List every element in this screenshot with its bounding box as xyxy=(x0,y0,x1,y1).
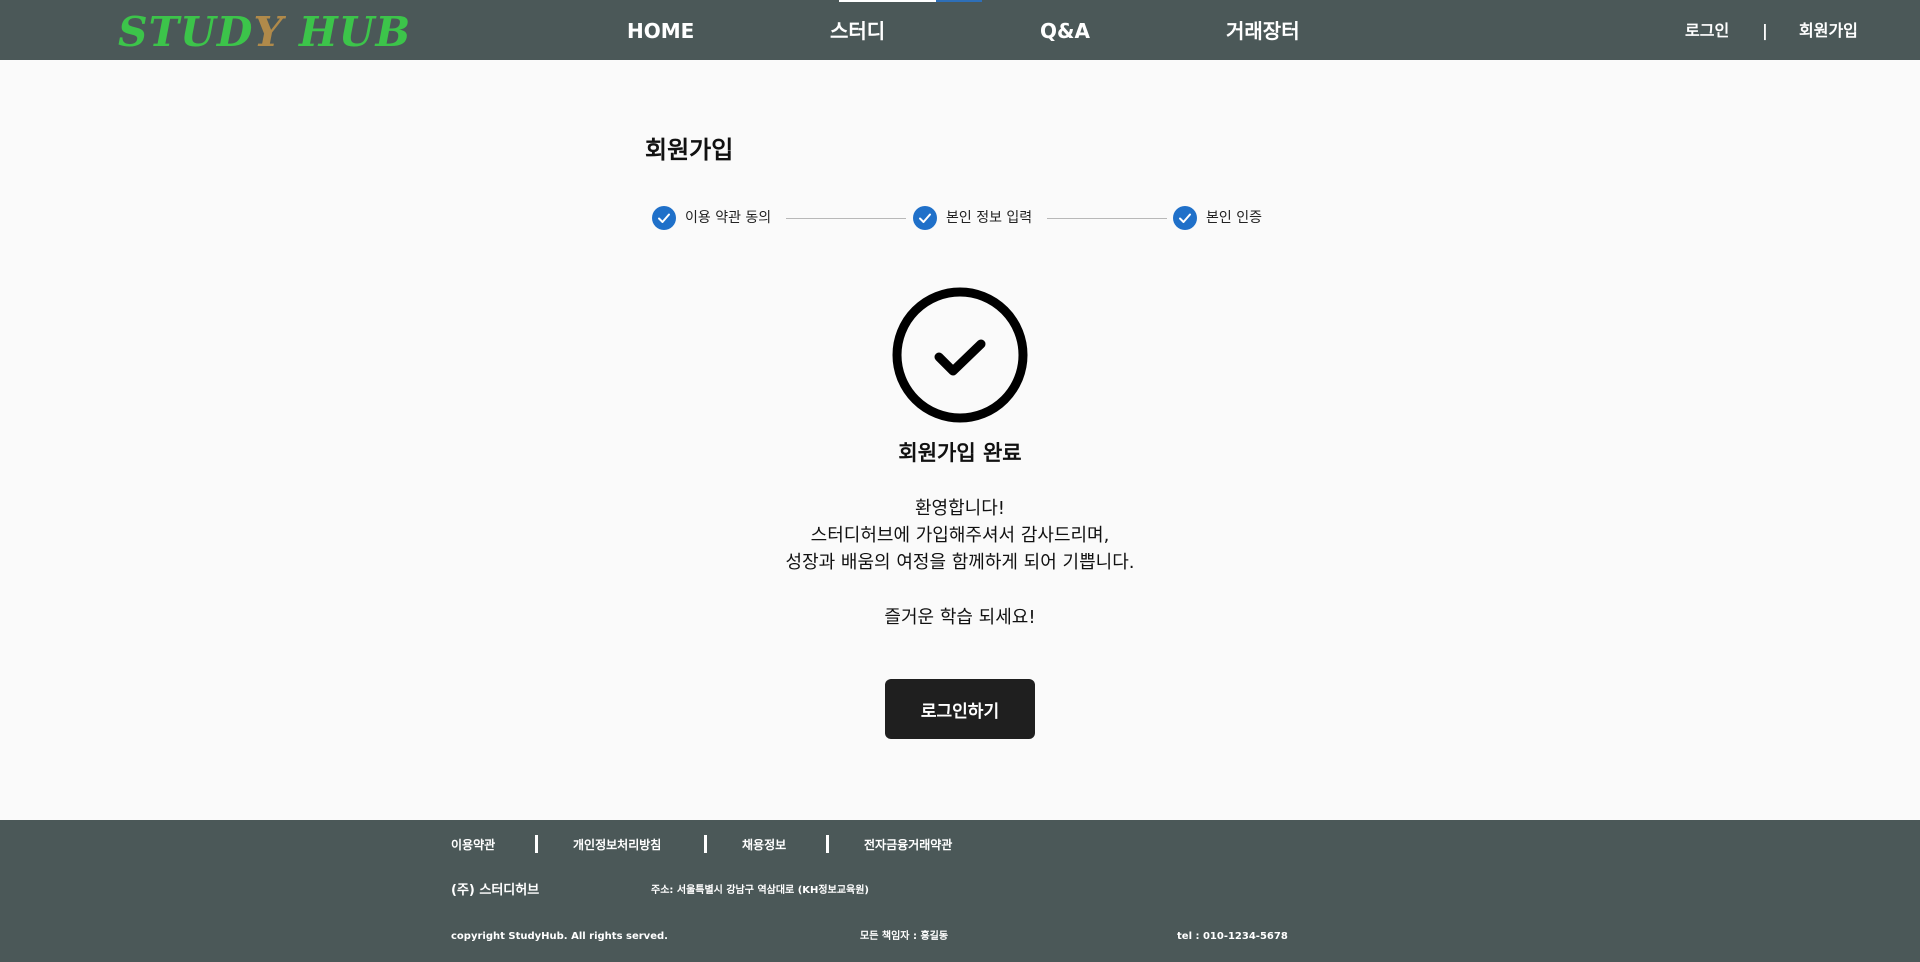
step-label: 본인 정보 입력 xyxy=(946,210,1033,226)
nav-qna[interactable]: Q&A xyxy=(1040,18,1090,44)
step-info: 본인 정보 입력 xyxy=(913,206,1032,230)
step-connector xyxy=(1047,218,1167,219)
footer-separator xyxy=(535,835,538,853)
logo-text-left: STUD xyxy=(118,8,254,56)
step-verify: 본인 인증 xyxy=(1173,206,1262,230)
studyhub-logo[interactable]: STUDY HUB xyxy=(118,10,411,54)
footer: 이용약관 개인정보처리방침 채용정보 전자금융거래약관 (주) 스터디허브 주소… xyxy=(0,820,1920,962)
step-terms: 이용 약관 동의 xyxy=(652,206,771,230)
step-label: 본인 인증 xyxy=(1206,210,1262,226)
welcome-line: 환영합니다! xyxy=(914,498,1005,519)
nav-study[interactable]: 스터디 xyxy=(830,18,885,44)
footer-manager: 모든 책임자 : 홍길동 xyxy=(860,931,949,942)
check-circle-icon xyxy=(891,286,1029,424)
nav-active-indicator xyxy=(936,0,982,2)
go-login-button[interactable]: 로그인하기 xyxy=(885,679,1035,739)
login-link[interactable]: 로그인 xyxy=(1685,20,1729,42)
footer-link-careers[interactable]: 채용정보 xyxy=(742,836,786,854)
step-check-icon xyxy=(913,206,937,230)
auth-separator: | xyxy=(1762,21,1768,40)
footer-link-efinance-terms[interactable]: 전자금융거래약관 xyxy=(864,836,952,854)
signup-complete-title: 회원가입 완료 xyxy=(898,441,1022,465)
logo-text-right: HUB xyxy=(283,8,412,56)
nav-home[interactable]: HOME xyxy=(627,18,694,44)
step-label: 이용 약관 동의 xyxy=(685,210,772,226)
step-check-icon xyxy=(652,206,676,230)
footer-company: (주) 스터디허브 xyxy=(451,883,540,898)
welcome-line: 성장과 배움의 여정을 함께하게 되어 기쁩니다. xyxy=(785,552,1135,573)
footer-address: 주소: 서울특별시 강남구 역삼대로 (KH정보교육원) xyxy=(651,885,869,896)
footer-link-terms[interactable]: 이용약관 xyxy=(451,836,495,854)
footer-link-privacy[interactable]: 개인정보처리방침 xyxy=(573,836,661,854)
footer-tel: tel : 010-1234-5678 xyxy=(1177,931,1288,942)
nav-market[interactable]: 거래장터 xyxy=(1226,18,1300,44)
footer-separator xyxy=(826,835,829,853)
logo-text-y: Y xyxy=(253,8,284,56)
signup-steps: 이용 약관 동의 본인 정보 입력 본인 인증 xyxy=(652,206,1272,230)
welcome-line: 스터디허브에 가입해주셔서 감사드리며, xyxy=(810,525,1110,546)
footer-separator xyxy=(704,835,707,853)
signup-link[interactable]: 회원가입 xyxy=(1799,20,1858,42)
top-navbar: STUDY HUB HOME 스터디 Q&A 거래장터 로그인 | 회원가입 xyxy=(0,0,1920,60)
step-check-icon xyxy=(1173,206,1197,230)
welcome-line: 즐거운 학습 되세요! xyxy=(884,607,1036,628)
step-connector xyxy=(786,218,906,219)
footer-copyright: copyright StudyHub. All rights served. xyxy=(451,931,668,942)
page-title: 회원가입 xyxy=(645,136,734,164)
